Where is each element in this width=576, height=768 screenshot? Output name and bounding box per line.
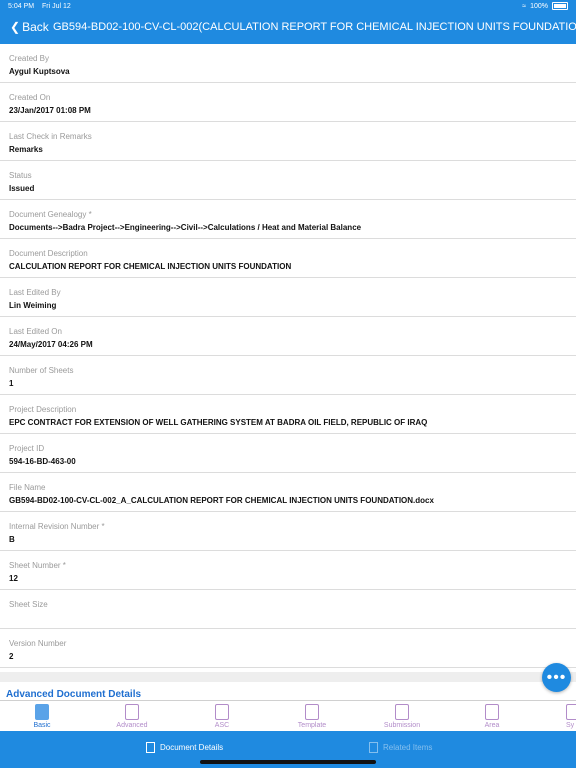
wifi-icon: ≈ — [522, 2, 527, 10]
tab-template[interactable]: Template — [282, 704, 342, 729]
document-icon — [35, 704, 49, 720]
related-items-label: Related Items — [383, 743, 433, 752]
field-value: GB594-BD02-100-CV-CL-002_A_CALCULATION R… — [9, 496, 434, 505]
field-label: Number of Sheets — [9, 366, 74, 375]
tab-bar: Basic Advanced ASC Template Submission A… — [0, 700, 576, 732]
field-value: 2 — [9, 652, 14, 661]
more-options-button[interactable]: ••• — [542, 663, 571, 692]
field-row: Created By Aygul Kuptsova — [0, 44, 576, 83]
tab-basic[interactable]: Basic — [12, 704, 72, 729]
tab-label: Advanced — [116, 722, 148, 729]
field-label: Last Check in Remarks — [9, 132, 92, 141]
field-value: Documents-->Badra Project-->Engineering-… — [9, 223, 362, 232]
tab-label: Area — [484, 722, 500, 729]
status-bar: 5:04 PM Fri Jul 12 ≈ 100% — [0, 0, 576, 13]
field-row: File Name GB594-BD02-100-CV-CL-002_A_CALC… — [0, 473, 576, 512]
field-value: 12 — [9, 574, 18, 583]
field-value: 24/May/2017 04:26 PM — [9, 340, 93, 349]
field-row: Version Number 2 — [0, 629, 576, 668]
field-row: Document Genealogy * Documents-->Badra Pr… — [0, 200, 576, 239]
related-items-icon — [369, 742, 378, 753]
field-label: Internal Revision Number * — [9, 522, 105, 531]
field-label: Document Genealogy * — [9, 210, 92, 219]
field-row: Created On 23/Jan/2017 01:08 PM — [0, 83, 576, 122]
field-row: Number of Sheets 1 — [0, 356, 576, 395]
tab-advanced[interactable]: Advanced — [102, 704, 162, 729]
battery-icon — [552, 2, 568, 10]
field-label: Last Edited On — [9, 327, 62, 336]
home-indicator — [200, 760, 376, 764]
field-label: Project Description — [9, 405, 77, 414]
section-divider — [0, 672, 576, 682]
book-icon — [125, 704, 139, 720]
clipboard-icon — [215, 704, 229, 720]
field-label: Version Number — [9, 639, 67, 648]
status-right: ≈ 100% — [522, 2, 568, 10]
document-details-button[interactable]: Document Details — [146, 742, 223, 753]
tab-label: Submission — [383, 722, 421, 729]
field-value: EPC CONTRACT FOR EXTENSION OF WELL GATHE… — [9, 418, 428, 427]
bottom-toolbar: Document Details Related Items — [0, 731, 576, 768]
tab-system[interactable]: Sy — [546, 704, 576, 729]
document-details-icon — [146, 742, 155, 753]
field-row: Project ID 594-16-BD-463-00 — [0, 434, 576, 473]
back-label: Back — [22, 20, 49, 34]
tab-submission[interactable]: Submission — [372, 704, 432, 729]
field-value: Issued — [9, 184, 35, 193]
field-value: Lin Weiming — [9, 301, 57, 310]
tab-label: ASC — [214, 722, 230, 729]
tab-label: Basic — [33, 722, 51, 729]
field-row: Status Issued — [0, 161, 576, 200]
field-value: Aygul Kuptsova — [9, 67, 70, 76]
field-value: 1 — [9, 379, 14, 388]
tab-label: Template — [297, 722, 327, 729]
field-label: Status — [9, 171, 32, 180]
status-date: Fri Jul 12 — [42, 3, 71, 10]
field-label: Last Edited By — [9, 288, 61, 297]
submission-icon — [395, 704, 409, 720]
field-label: Document Description — [9, 249, 88, 258]
field-label: Created On — [9, 93, 51, 102]
field-value: CALCULATION REPORT FOR CHEMICAL INJECTIO… — [9, 262, 292, 271]
field-row: Last Edited On 24/May/2017 04:26 PM — [0, 317, 576, 356]
status-time: 5:04 PM — [8, 3, 35, 10]
tab-area[interactable]: Area — [462, 704, 522, 729]
tab-asc[interactable]: ASC — [192, 704, 252, 729]
related-items-button[interactable]: Related Items — [369, 742, 432, 753]
page-title: GB594-BD02-100-CV-CL-002(CALCULATION REP… — [53, 21, 576, 33]
document-details-list[interactable]: Created By Aygul Kuptsova Created On 23/Jan… — [0, 44, 576, 700]
field-row: Project Description EPC CONTRACT FOR EXTE… — [0, 395, 576, 434]
back-button[interactable]: ❮ Back — [10, 20, 49, 34]
field-value: B — [9, 535, 15, 544]
document-details-label: Document Details — [160, 743, 224, 752]
navigation-bar: ❮ Back GB594-BD02-100-CV-CL-002(CALCULAT… — [0, 13, 576, 44]
field-row: Sheet Number * 12 — [0, 551, 576, 590]
field-row: Internal Revision Number * B — [0, 512, 576, 551]
field-list: Created By Aygul Kuptsova Created On 23/Jan… — [0, 44, 576, 668]
tab-label: Sy — [566, 722, 575, 729]
battery-percent: 100% — [530, 2, 548, 10]
area-icon — [485, 704, 499, 720]
field-value: 594-16-BD-463-00 — [9, 457, 76, 466]
system-icon — [566, 704, 576, 720]
field-row: Last Edited By Lin Weiming — [0, 278, 576, 317]
chevron-left-icon: ❮ — [10, 20, 21, 34]
template-icon — [305, 704, 319, 720]
field-label: Created By — [9, 54, 50, 63]
field-value: Remarks — [9, 145, 43, 154]
field-label: Sheet Number * — [9, 561, 66, 570]
field-value: 23/Jan/2017 01:08 PM — [9, 106, 91, 115]
field-label: Project ID — [9, 444, 45, 453]
field-label: Sheet Size — [9, 600, 48, 609]
field-row: Sheet Size — [0, 590, 576, 629]
advanced-document-details-link[interactable]: Advanced Document Details — [6, 689, 141, 697]
field-row: Last Check in Remarks Remarks — [0, 122, 576, 161]
field-label: File Name — [9, 483, 46, 492]
field-row: Document Description CALCULATION REPORT F… — [0, 239, 576, 278]
more-icon: ••• — [546, 668, 567, 686]
